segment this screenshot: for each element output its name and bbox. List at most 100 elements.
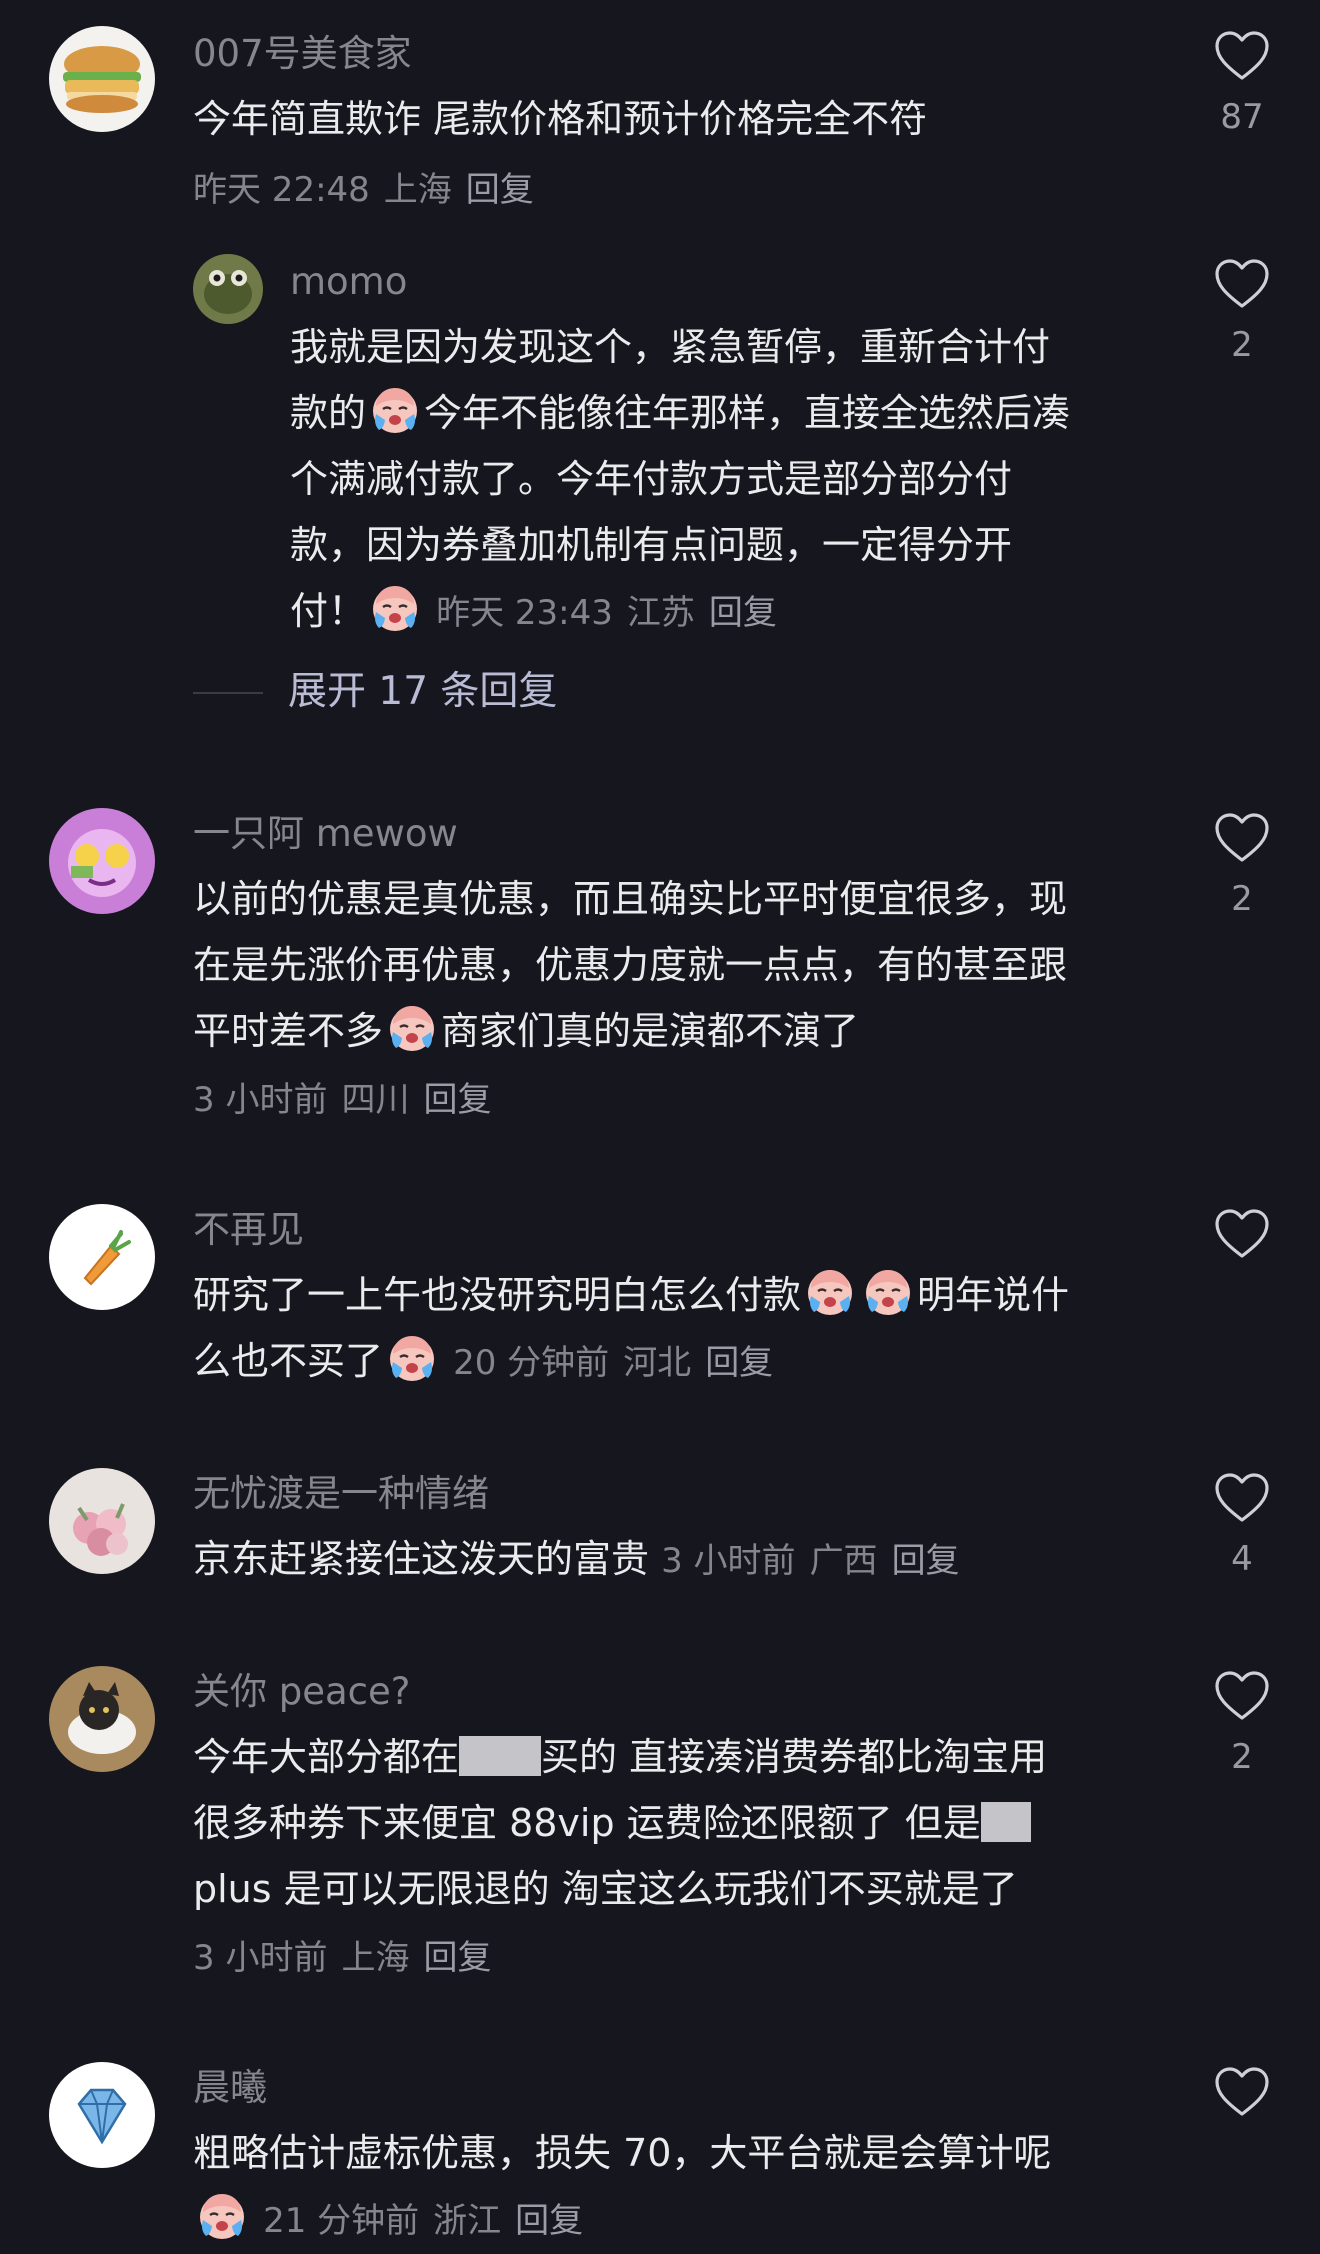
- heart-icon[interactable]: [1214, 2066, 1270, 2118]
- timestamp: 3 小时前: [193, 1938, 328, 1978]
- username[interactable]: 晨曦: [193, 2064, 267, 2112]
- text-segment: 今年大部分都在: [193, 1735, 460, 1779]
- crying-emoji-icon: [368, 382, 422, 436]
- comment-meta: 3 小时前 广西 回复: [661, 1541, 973, 1581]
- comment-text: 京东赶紧接住这泼天的富贵 3 小时前 广西 回复: [193, 1526, 974, 1594]
- text-line: 很多种券下来便宜 88vip 运费险还限额了 但是: [193, 1790, 1047, 1856]
- comment-text: 以前的优惠是真优惠，而且确实比平时便宜很多，现 在是先涨价再优惠，优惠力度就一点…: [193, 866, 1067, 1064]
- timestamp: 昨天 23:43: [436, 593, 613, 633]
- heart-icon[interactable]: [1214, 258, 1270, 310]
- reply-button[interactable]: 回复: [892, 1541, 960, 1581]
- avatar[interactable]: [49, 26, 155, 132]
- like-count: 2: [1231, 879, 1253, 919]
- like-count: 4: [1231, 1539, 1253, 1579]
- timestamp: 20 分钟前: [453, 1343, 610, 1383]
- like-count: 2: [1231, 325, 1253, 365]
- crying-emoji-icon: [385, 1330, 439, 1384]
- expand-replies-label[interactable]: 展开 17 条回复: [288, 660, 557, 724]
- text-segment: 明年说什: [917, 1273, 1070, 1317]
- comment-meta: 昨天 23:43 江苏 回复: [436, 593, 791, 633]
- crying-emoji-icon: [861, 1264, 915, 1318]
- reply-button[interactable]: 回复: [709, 593, 777, 633]
- username[interactable]: 007号美食家: [193, 30, 412, 78]
- location: 浙江: [433, 2201, 502, 2241]
- text-line: 么也不买了 20 分钟前 河北 回复: [193, 1328, 1069, 1396]
- reply-button[interactable]: 回复: [423, 1080, 491, 1120]
- location: 河北: [623, 1343, 692, 1383]
- text-line: 个满减付款了。今年付款方式是部分部分付: [290, 457, 1013, 501]
- reply-button[interactable]: 回复: [705, 1343, 773, 1383]
- location: 四川: [341, 1080, 410, 1120]
- text-segment: 研究了一上午也没研究明白怎么付款: [193, 1273, 802, 1317]
- text-segment: 么也不买了: [193, 1339, 384, 1383]
- location: 广西: [809, 1541, 878, 1581]
- text-line: 款，因为券叠加机制有点问题，一定得分开: [290, 523, 1013, 567]
- text-line: 我就是因为发现这个，紧急暂停，重新合计付: [290, 325, 1051, 369]
- comment-meta: 20 分钟前 河北 回复: [453, 1343, 787, 1383]
- crying-emoji-icon: [803, 1264, 857, 1318]
- avatar[interactable]: [49, 808, 155, 914]
- location: 江苏: [626, 593, 695, 633]
- avatar[interactable]: [49, 1204, 155, 1310]
- comment-text: 粗略估计虚标优惠，损失 70，大平台就是会算计呢 21 分钟前 浙江 回复: [193, 2120, 1051, 2254]
- crying-emoji-icon: [195, 2188, 249, 2242]
- location: 上海: [341, 1938, 410, 1978]
- avatar[interactable]: [49, 1468, 155, 1574]
- like-control: 2: [1212, 812, 1272, 922]
- comment-text: 研究了一上午也没研究明白怎么付款 明年说什 么也不买了 20 分钟前 河北 回复: [193, 1262, 1069, 1396]
- comment-meta: 3 小时前 上海 回复: [193, 1934, 505, 1982]
- username[interactable]: 一只阿 mewow: [193, 810, 458, 858]
- username[interactable]: momo: [290, 258, 407, 306]
- avatar[interactable]: [49, 2062, 155, 2168]
- comment-meta: 21 分钟前 浙江 回复: [263, 2201, 597, 2241]
- redacted-block: [459, 1736, 542, 1776]
- crying-emoji-icon: [368, 580, 422, 634]
- timestamp: 3 小时前: [661, 1541, 796, 1581]
- crying-emoji-icon: [385, 1000, 439, 1054]
- expand-divider: [193, 692, 263, 694]
- reply-button[interactable]: 回复: [423, 1938, 491, 1978]
- avatar[interactable]: [193, 254, 263, 324]
- like-control: [1212, 1208, 1272, 1272]
- text-line: 款的 今年不能像往年那样，直接全选然后凑: [290, 380, 1070, 446]
- like-count: 87: [1220, 97, 1264, 137]
- heart-icon[interactable]: [1214, 1208, 1270, 1260]
- heart-icon[interactable]: [1214, 1670, 1270, 1722]
- text-line: 付！ 昨天 23:43 江苏 回复: [290, 578, 1070, 646]
- text-line: plus 是可以无限退的 淘宝这么玩我们不买就是了: [193, 1867, 1018, 1911]
- username[interactable]: 不再见: [193, 1206, 304, 1254]
- reply-button[interactable]: 回复: [466, 170, 534, 210]
- timestamp: 21 分钟前: [263, 2201, 420, 2241]
- text-line: 在是先涨价再优惠，优惠力度就一点点，有的甚至跟: [193, 943, 1068, 987]
- text-segment: 款的: [290, 391, 367, 435]
- text-segment: 付！: [290, 589, 367, 633]
- avatar[interactable]: [49, 1666, 155, 1772]
- timestamp: 昨天 22:48: [193, 170, 370, 210]
- comment-text: 今年大部分都在 买的 直接凑消费券都比淘宝用 很多种券下来便宜 88vip 运费险…: [193, 1724, 1047, 1922]
- like-control: 2: [1212, 258, 1272, 368]
- heart-icon[interactable]: [1214, 1472, 1270, 1524]
- comment-meta: 3 小时前 四川 回复: [193, 1076, 505, 1124]
- heart-icon[interactable]: [1214, 30, 1270, 82]
- reply-button[interactable]: 回复: [515, 2201, 583, 2241]
- heart-icon[interactable]: [1214, 812, 1270, 864]
- text-segment: 买的 直接凑消费券都比淘宝用: [541, 1735, 1048, 1779]
- username[interactable]: 关你 peace?: [193, 1668, 410, 1716]
- text-line: 平时差不多 商家们真的是演都不演了: [193, 998, 1067, 1064]
- text-segment: 京东赶紧接住这泼天的富贵: [193, 1537, 650, 1581]
- like-control: 4: [1212, 1472, 1272, 1582]
- text-segment: 平时差不多: [193, 1009, 384, 1053]
- comment-meta: 昨天 22:48 上海 回复: [193, 166, 548, 214]
- text-line: 今年大部分都在 买的 直接凑消费券都比淘宝用: [193, 1724, 1047, 1790]
- username[interactable]: 无忧渡是一种情绪: [193, 1470, 489, 1518]
- like-control: [1212, 2066, 1272, 2130]
- comment-text: 我就是因为发现这个，紧急暂停，重新合计付 款的 今年不能像往年那样，直接全选然后凑…: [290, 314, 1070, 646]
- text-line: 以前的优惠是真优惠，而且确实比平时便宜很多，现: [193, 877, 1068, 921]
- text-line: 21 分钟前 浙江 回复: [193, 2186, 1051, 2254]
- timestamp: 3 小时前: [193, 1080, 328, 1120]
- comment-text: 今年简直欺诈 尾款价格和预计价格完全不符: [193, 97, 928, 141]
- text-segment: 今年不能像往年那样，直接全选然后凑: [424, 391, 1071, 435]
- text-line: 粗略估计虚标优惠，损失 70，大平台就是会算计呢: [193, 2131, 1052, 2175]
- like-count: 2: [1231, 1737, 1253, 1777]
- location: 上海: [383, 170, 452, 210]
